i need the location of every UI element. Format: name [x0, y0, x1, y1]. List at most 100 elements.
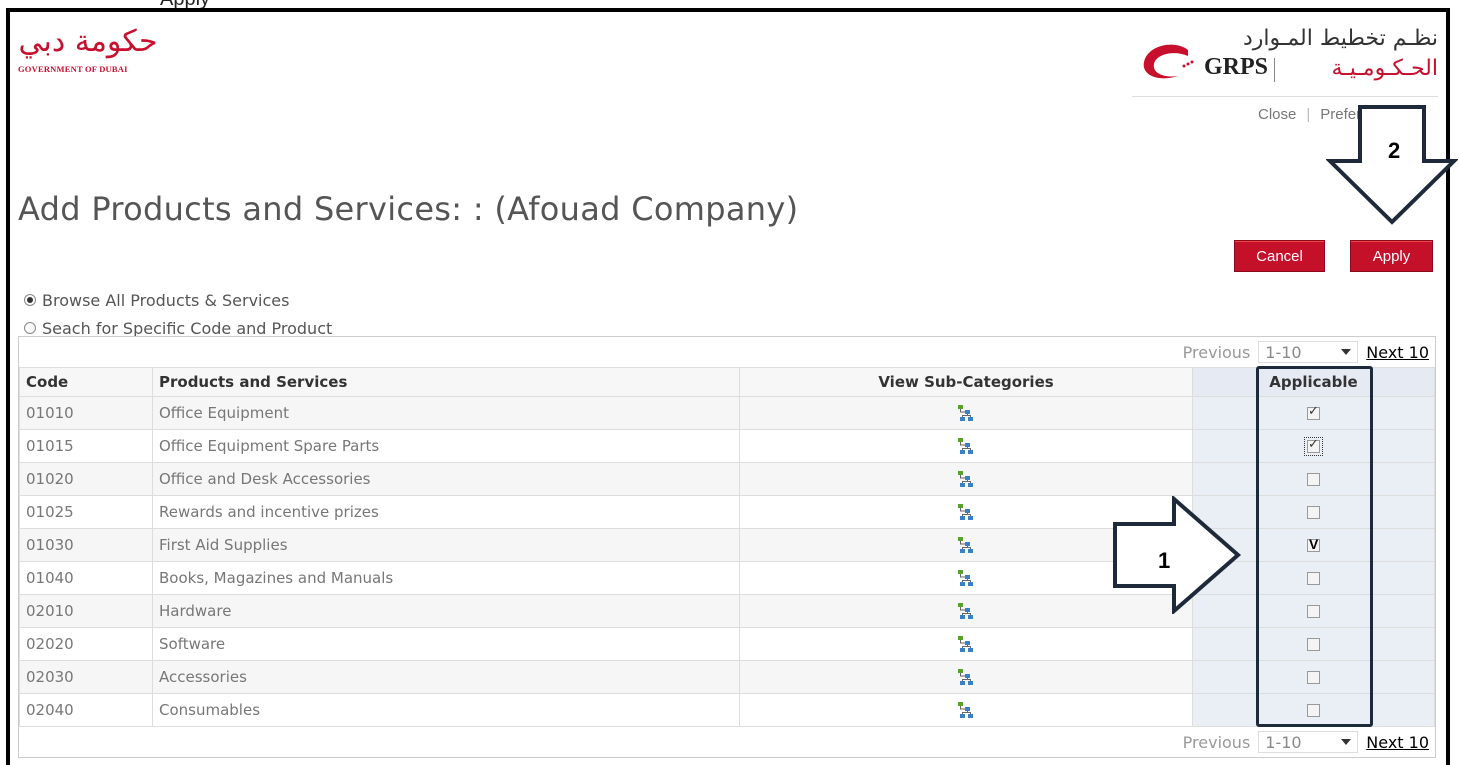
cell-code: 02010 [19, 594, 153, 628]
applicable-checkbox[interactable] [1307, 671, 1320, 684]
sub-categories-tree-icon[interactable] [956, 568, 976, 588]
applicable-checkbox[interactable] [1307, 536, 1320, 552]
link-separator: | [1306, 106, 1311, 123]
cell-sub-categories [739, 660, 1193, 694]
applicable-checkbox[interactable] [1307, 506, 1320, 519]
table-row: 01015 Office Equipment Spare Parts [19, 429, 1435, 463]
cell-applicable [1192, 627, 1435, 661]
sub-categories-tree-icon[interactable] [956, 700, 976, 720]
pager-bottom: Previous 1-10 Next 10 [19, 727, 1435, 757]
cell-applicable [1192, 429, 1435, 463]
table-row: 01040 Books, Magazines and Manuals [19, 561, 1435, 595]
applicable-checkbox[interactable] [1307, 704, 1320, 717]
applicable-checkbox[interactable] [1307, 404, 1320, 420]
applicable-checkbox[interactable] [1307, 473, 1320, 486]
cell-sub-categories [739, 495, 1193, 529]
table-header-row: Code Products and Services View Sub-Cate… [19, 367, 1435, 397]
preferences-link[interactable]: Preferences [1320, 106, 1401, 123]
cell-code: 01040 [19, 561, 153, 595]
table-row: 02020 Software [19, 627, 1435, 661]
radio-browse-row[interactable]: Browse All Products & Services [24, 286, 332, 314]
grps-swirl-icon [1143, 44, 1194, 79]
header-products: Products and Services [152, 367, 740, 397]
cell-code: 02030 [19, 660, 153, 694]
applicable-checkbox[interactable] [1307, 605, 1320, 618]
sub-categories-tree-icon[interactable] [956, 601, 976, 621]
radio-browse-label: Browse All Products & Services [42, 290, 290, 310]
table-body: 01010Office Equipment01015Office Equipme… [19, 396, 1435, 727]
sub-categories-tree-icon[interactable] [956, 403, 976, 423]
pager-range-select[interactable]: 1-10 [1258, 731, 1359, 753]
applicable-checkbox[interactable] [1304, 437, 1323, 456]
pager-previous: Previous [1182, 342, 1251, 362]
cell-product-name: Office Equipment Spare Parts [152, 429, 740, 463]
applicable-checkbox[interactable] [1307, 638, 1320, 651]
applicable-checkbox[interactable] [1307, 572, 1320, 585]
radio-browse[interactable] [24, 294, 36, 306]
sub-categories-tree-icon[interactable] [956, 535, 976, 555]
grps-divider [1274, 58, 1275, 82]
cell-product-name: First Aid Supplies [152, 528, 740, 562]
pager-range-value: 1-10 [1265, 342, 1302, 362]
products-table-container: Previous 1-10 Next 10 Code Products and … [18, 336, 1436, 758]
pager-range-select[interactable]: 1-10 [1258, 341, 1359, 363]
grps-arabic-line1: نظـم تخطيط المـوارد [1242, 26, 1438, 51]
grps-arabic-line2: الحـكـومـيـة [1331, 56, 1438, 81]
apply-button[interactable]: Apply [1350, 240, 1433, 272]
table-row: 01025 Rewards and incentive prizes [19, 495, 1435, 529]
government-of-dubai-logo: حكومة دبي GOVERNMENT OF DUBAI [18, 22, 158, 92]
header-applicable: Applicable [1192, 367, 1435, 397]
header-sub-categories: View Sub-Categories [739, 367, 1193, 397]
annotation-step-1: 1 [1158, 548, 1171, 573]
cancel-button[interactable]: Cancel [1234, 240, 1325, 272]
pager-previous: Previous [1182, 732, 1251, 752]
sub-categories-tree-icon[interactable] [956, 436, 976, 456]
cell-applicable [1192, 594, 1435, 628]
table-row: 01020 Office and Desk Accessories [19, 462, 1435, 496]
cell-code: 01015 [19, 429, 153, 463]
table-row: 01030 First Aid Supplies [19, 528, 1435, 562]
table-row: 02040 Consumables [19, 693, 1435, 727]
cell-product-name: Consumables [152, 693, 740, 727]
cell-sub-categories [739, 594, 1193, 628]
cell-sub-categories [739, 396, 1193, 430]
cell-code: 01020 [19, 462, 153, 496]
cell-sub-categories [739, 561, 1193, 595]
cell-applicable [1192, 528, 1435, 562]
sub-categories-tree-icon[interactable] [956, 634, 976, 654]
cell-sub-categories [739, 627, 1193, 661]
top-links: Close | Preferences [1258, 106, 1401, 123]
grps-logo: نظـم تخطيط المـوارد GRPS الحـكـومـيـة [1138, 26, 1438, 96]
cell-code: 02020 [19, 627, 153, 661]
sub-categories-tree-icon[interactable] [956, 469, 976, 489]
dubai-logo-caption: GOVERNMENT OF DUBAI [18, 64, 128, 74]
cell-product-name: Accessories [152, 660, 740, 694]
radio-search[interactable] [24, 322, 36, 334]
table-row: 02030 Accessories [19, 660, 1435, 694]
header-code: Code [19, 367, 153, 397]
chevron-down-icon [1341, 739, 1352, 745]
pager-next-link[interactable]: Next 10 [1366, 733, 1429, 752]
sub-categories-tree-icon[interactable] [956, 667, 976, 687]
pager-top: Previous 1-10 Next 10 [19, 337, 1435, 367]
dubai-logo-script: حكومة دبي [18, 24, 158, 59]
browse-mode-radios: Browse All Products & Services Seach for… [24, 286, 332, 342]
cell-code: 02040 [19, 693, 153, 727]
cell-code: 01030 [19, 528, 153, 562]
pager-next-link[interactable]: Next 10 [1366, 343, 1429, 362]
cell-sub-categories [739, 462, 1193, 496]
cell-code: 01010 [19, 396, 153, 430]
annotation-step-2: 2 [1388, 138, 1401, 163]
page-title: Add Products and Services: : (Afouad Com… [18, 190, 799, 228]
cell-applicable [1192, 561, 1435, 595]
table-row: 02010 Hardware [19, 594, 1435, 628]
close-link[interactable]: Close [1258, 106, 1296, 123]
cell-product-name: Office Equipment [152, 396, 740, 430]
cell-applicable [1192, 693, 1435, 727]
cell-sub-categories [739, 693, 1193, 727]
pager-range-value: 1-10 [1265, 732, 1302, 752]
header-rule [1132, 96, 1438, 97]
table-row: 01010 Office Equipment [19, 396, 1435, 430]
cell-product-name: Rewards and incentive prizes [152, 495, 740, 529]
sub-categories-tree-icon[interactable] [956, 502, 976, 522]
